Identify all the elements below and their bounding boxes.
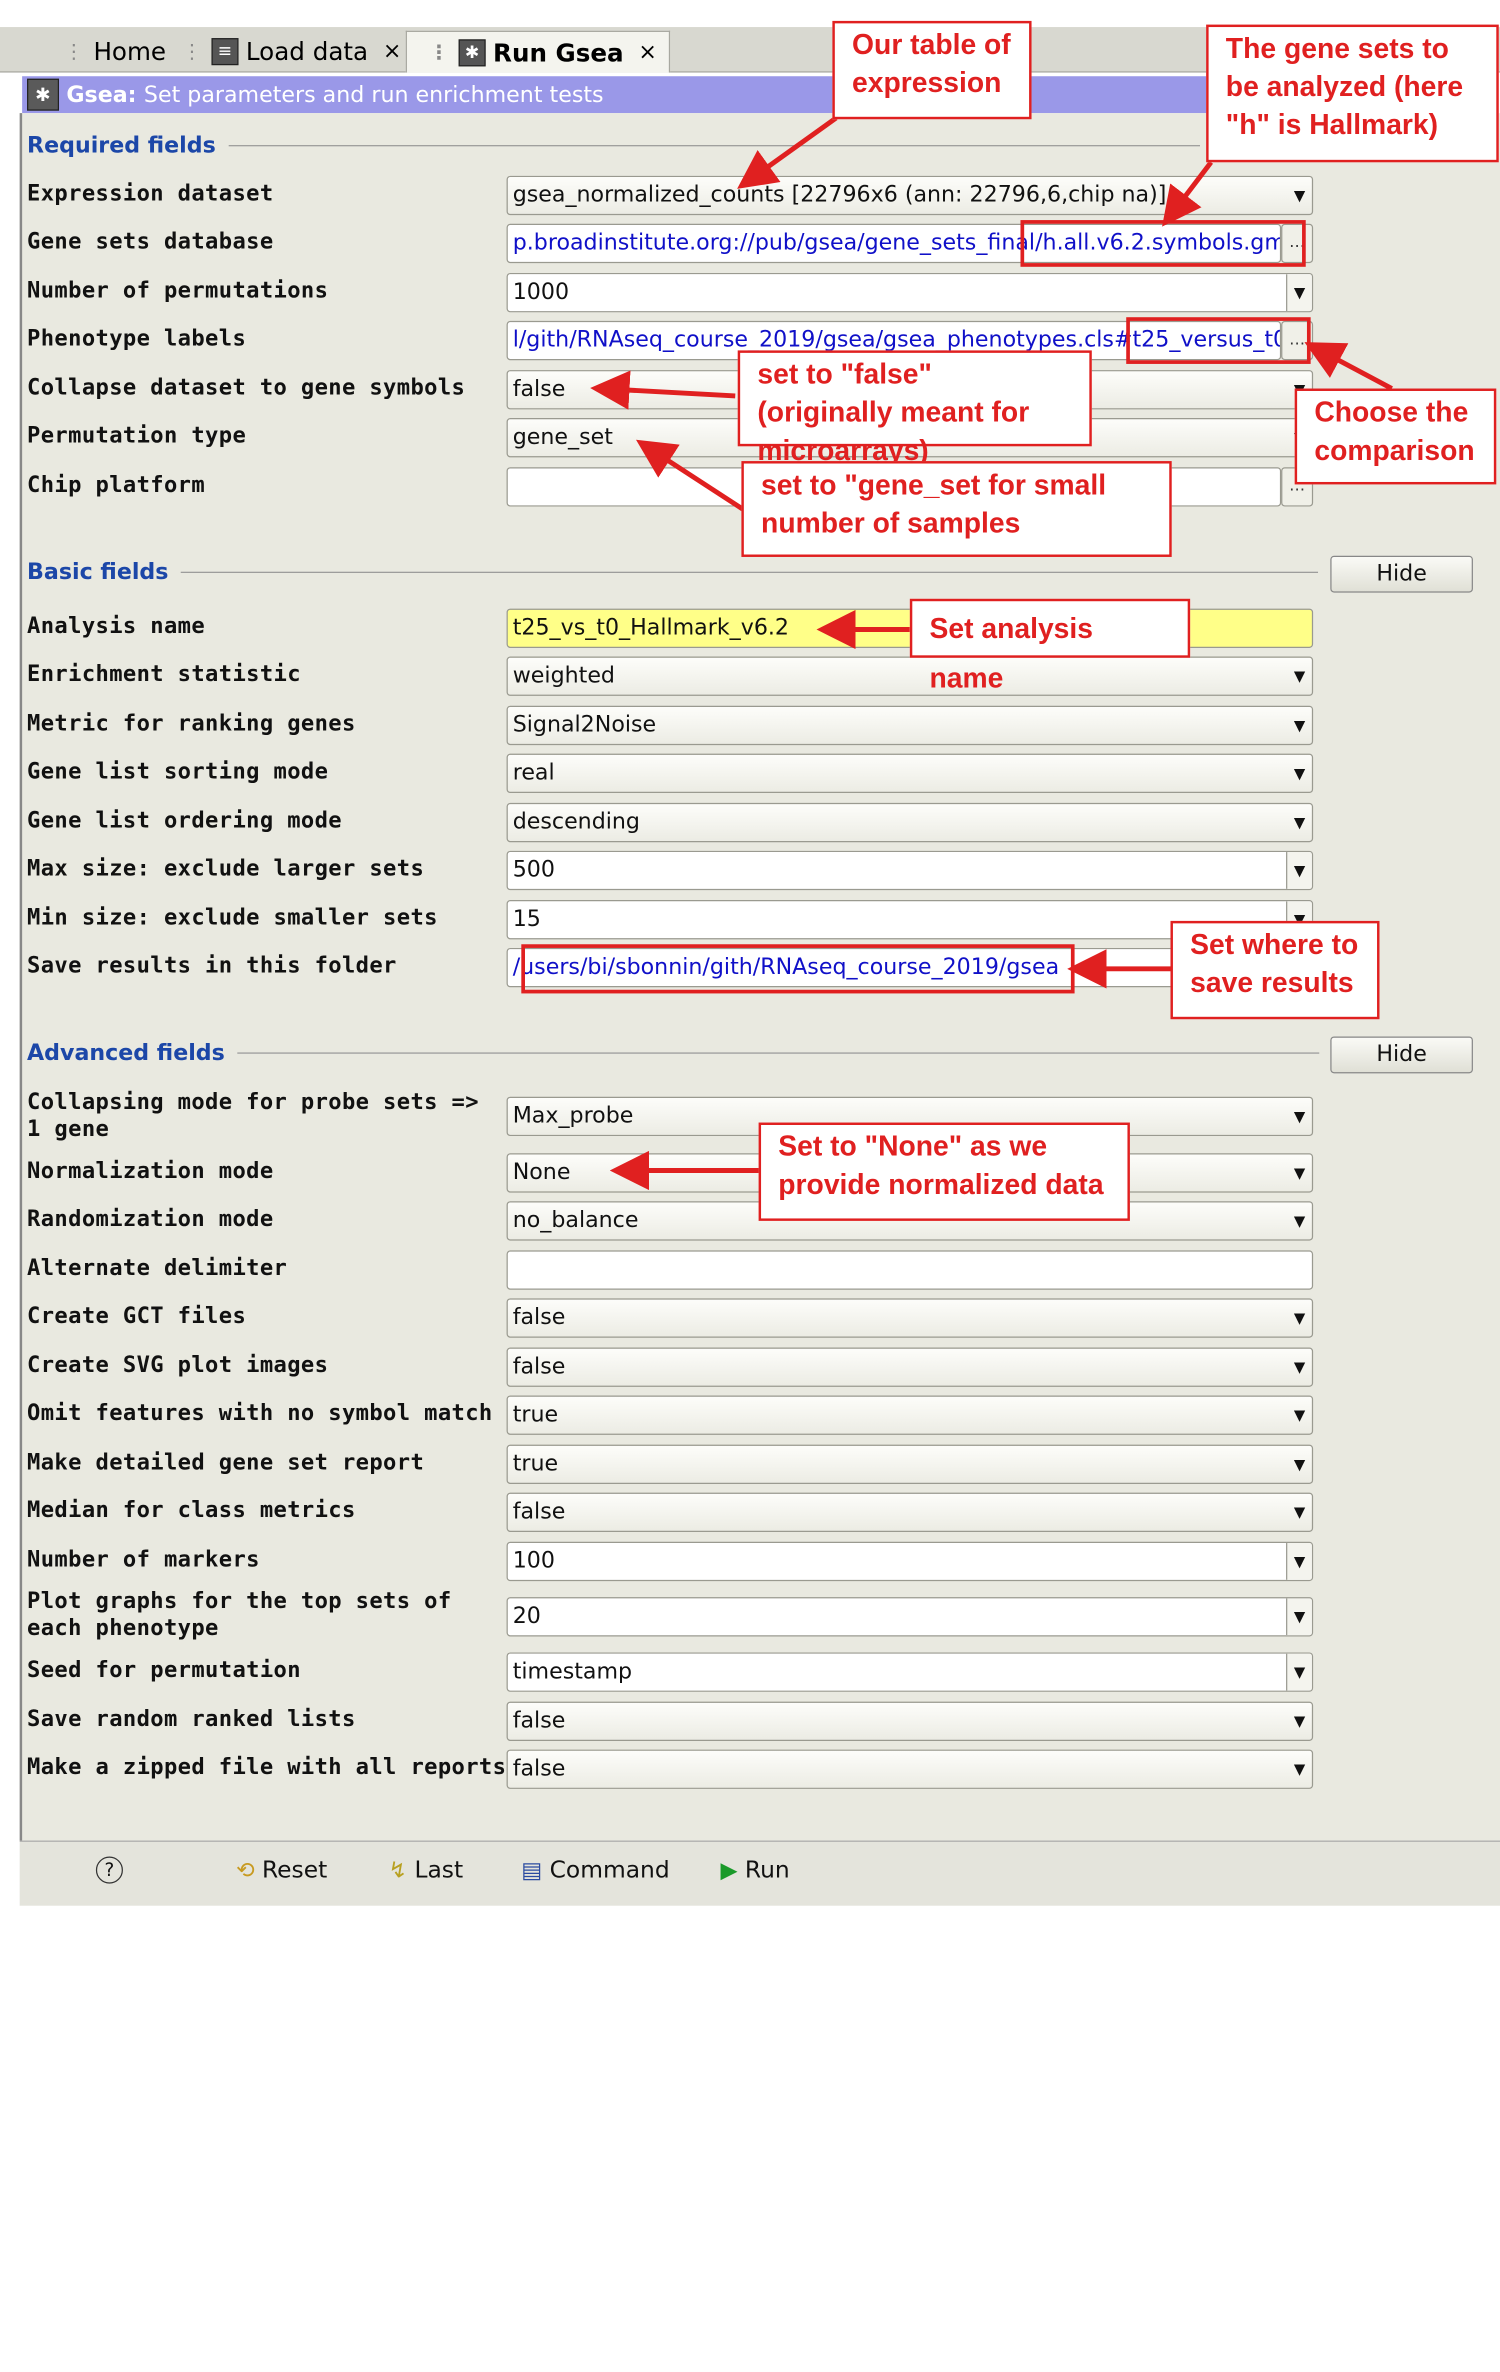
note-collapse: set to "false" (originally meant for mic…: [737, 350, 1092, 466]
note-comparison: Choose the comparison: [1294, 388, 1497, 485]
note-save-results: Set where to save results: [1170, 920, 1380, 1020]
note-permutation-type: set to "gene_set for small number of sam…: [741, 461, 1172, 557]
note-gene-sets: The gene sets to be analyzed (here "h" i…: [1206, 24, 1499, 163]
note-expression-table: Our table of expression: [832, 20, 1032, 120]
note-analysis-name: Set analysis name: [909, 598, 1191, 693]
note-normalization: Set to "None" as we provide normalized d…: [758, 1122, 1130, 1221]
